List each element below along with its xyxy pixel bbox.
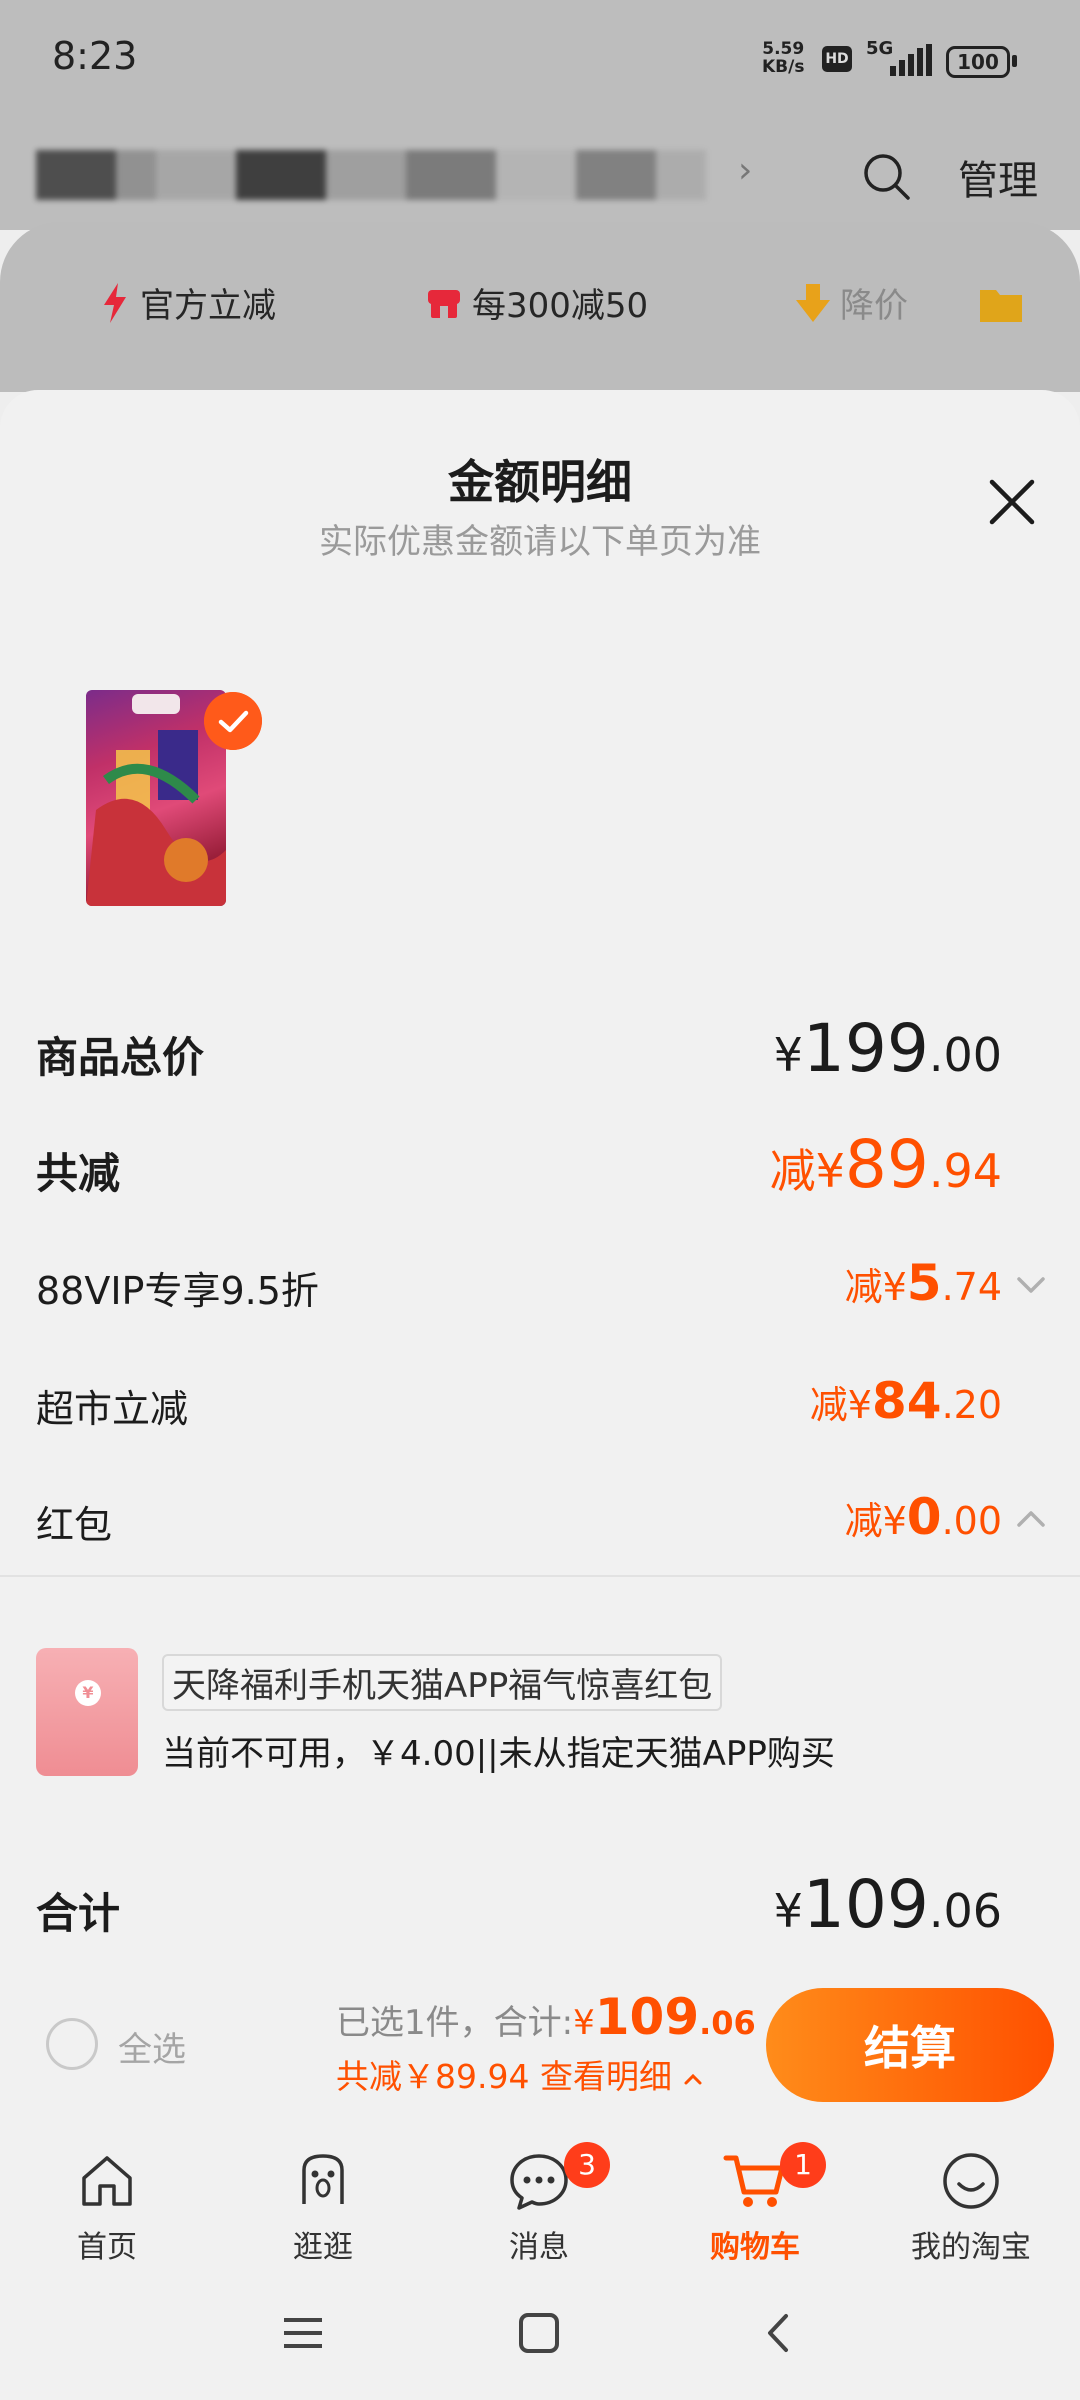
address-selector[interactable] xyxy=(36,150,706,200)
promo-300-minus-50[interactable]: 每300减50 xyxy=(426,278,648,327)
redpack-label: 红包 xyxy=(36,1503,113,1547)
amount-prefix: ¥ xyxy=(773,1884,803,1938)
redpack-amount[interactable]: 减¥0.00 xyxy=(845,1488,1002,1546)
amount-prefix: 减¥ xyxy=(769,1144,845,1198)
select-all-label[interactable]: 全选 xyxy=(118,2022,186,2071)
lightning-icon xyxy=(104,282,126,323)
amount-dec: .06 xyxy=(928,1884,1002,1938)
redpack-coin-icon: ¥ xyxy=(75,1680,101,1706)
messages-badge: 3 xyxy=(564,2142,610,2188)
amount-dec: .00 xyxy=(928,1028,1002,1082)
sheet-subtitle: 实际优惠金额请以下单页为准 xyxy=(319,522,761,562)
select-all-checkbox[interactable] xyxy=(46,2018,98,2070)
tab-label: 首页 xyxy=(77,2230,137,2265)
amount-int: 0 xyxy=(906,1488,942,1546)
promo-label: 每300减50 xyxy=(472,286,649,326)
status-time: 8:23 xyxy=(52,34,138,78)
supermarket-discount-label: 超市立减 xyxy=(36,1387,189,1431)
grand-total-label: 合计 xyxy=(36,1889,121,1938)
total-prefix: ¥ xyxy=(573,2003,595,2043)
redpack-icon xyxy=(36,1648,138,1776)
total-int: 109 xyxy=(594,1988,700,2046)
arrow-down-icon xyxy=(796,283,830,322)
tab-label: 我的淘宝 xyxy=(911,2230,1031,2265)
amount-dec: .20 xyxy=(941,1383,1002,1427)
chevron-right-icon: › xyxy=(738,150,753,191)
total-discount-label: 共减 xyxy=(36,1149,121,1198)
chevron-up-icon[interactable] xyxy=(1014,1502,1048,1536)
cart-badge: 1 xyxy=(780,2142,826,2188)
signal-icon xyxy=(890,44,932,76)
amount-dec: .74 xyxy=(941,1265,1002,1309)
tab-label: 逛逛 xyxy=(293,2230,353,2265)
tab-my-taobao[interactable]: 我的淘宝 xyxy=(896,2148,1046,2266)
manage-button[interactable]: 管理 xyxy=(958,148,1038,206)
amount-int: 199 xyxy=(802,1010,929,1087)
tab-browse[interactable]: 逛逛 xyxy=(248,2148,398,2266)
tab-home[interactable]: 首页 xyxy=(32,2148,182,2266)
amount-int: 5 xyxy=(906,1254,942,1312)
amount-prefix: 减¥ xyxy=(844,1265,907,1309)
promo-price-drop[interactable]: 降价 xyxy=(796,278,908,327)
tab-label: 消息 xyxy=(509,2230,569,2265)
view-detail-link[interactable]: 共减￥89.94 查看明细 xyxy=(336,2050,704,2098)
selected-summary: 已选1件，合计:¥109.06 xyxy=(336,1988,756,2046)
total-dec: .06 xyxy=(699,2004,756,2042)
amount-int: 89 xyxy=(844,1126,929,1203)
chevron-down-icon[interactable] xyxy=(1014,1268,1048,1302)
total-discount-amount: 减¥89.94 xyxy=(770,1126,1002,1203)
chevron-up-icon xyxy=(684,2073,702,2084)
tab-label: 购物车 xyxy=(710,2230,800,2265)
amount-int: 84 xyxy=(871,1372,942,1430)
checkout-button[interactable]: 结算 xyxy=(766,1988,1054,2102)
selected-count-text: 已选1件，合计: xyxy=(336,2003,574,2043)
amount-prefix: ¥ xyxy=(773,1028,803,1082)
goods-total-amount: ¥199.00 xyxy=(774,1010,1002,1087)
hd-icon: HD xyxy=(822,46,852,72)
amount-prefix: 减¥ xyxy=(809,1383,872,1427)
checked-icon[interactable] xyxy=(204,692,262,750)
browse-icon xyxy=(302,2154,344,2204)
amount-int: 109 xyxy=(802,1866,929,1943)
vip-discount-label: 88VIP专享9.5折 xyxy=(36,1269,319,1313)
battery-icon: 100 xyxy=(946,46,1010,78)
message-icon xyxy=(510,2154,568,2210)
grand-total-amount: ¥109.06 xyxy=(774,1866,1002,1943)
network-speed: 5.59 KB/s xyxy=(762,39,805,77)
supermarket-discount-amount: 减¥84.20 xyxy=(810,1372,1002,1430)
vip-discount-amount[interactable]: 减¥5.74 xyxy=(845,1254,1002,1312)
redpack-title: 天降福利手机天猫APP福气惊喜红包 xyxy=(162,1654,723,1711)
menu-icon[interactable] xyxy=(280,2310,326,2356)
promo-official-discount[interactable]: 官方立减 xyxy=(100,278,276,327)
promo-label: 官方立减 xyxy=(140,286,276,326)
profile-icon xyxy=(943,2153,999,2209)
store-icon xyxy=(428,289,460,318)
search-icon[interactable] xyxy=(862,152,912,202)
back-icon[interactable] xyxy=(756,2310,802,2356)
sheet-title: 金额明细 xyxy=(448,455,632,509)
amount-prefix: 减¥ xyxy=(844,1499,907,1543)
home-icon xyxy=(82,2156,132,2206)
redpack-desc: 当前不可用，￥4.00||未从指定天猫APP购买 xyxy=(162,1734,835,1774)
discount-summary-text: 共减￥89.94 查看明细 xyxy=(336,2057,672,2096)
battery-tip xyxy=(1012,55,1017,67)
close-icon[interactable] xyxy=(982,472,1042,532)
home-nav-icon[interactable] xyxy=(518,2312,560,2354)
amount-dec: .00 xyxy=(941,1499,1002,1543)
folder-icon[interactable] xyxy=(980,286,1022,322)
amount-dec: .94 xyxy=(928,1144,1002,1198)
cart-icon xyxy=(723,2155,785,2207)
promo-label: 降价 xyxy=(840,286,908,326)
goods-total-label: 商品总价 xyxy=(36,1033,205,1082)
